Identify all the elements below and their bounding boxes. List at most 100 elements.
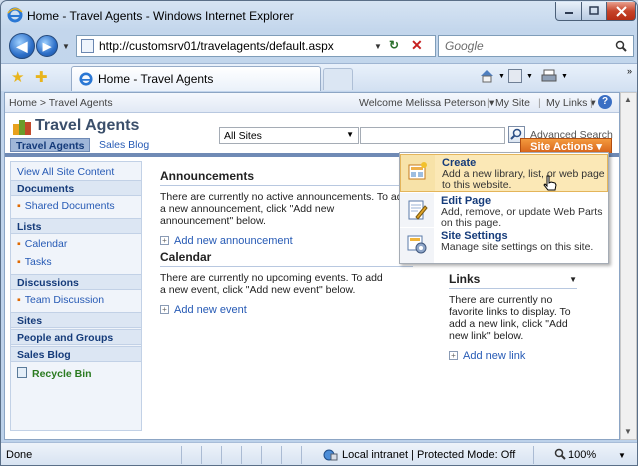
- ql-heading-sales-blog[interactable]: Sales Blog: [11, 346, 141, 362]
- tab-bar: ★ ✚ Home - Travel Agents ▼ ▼ ▼ »: [1, 63, 637, 91]
- feeds-dropdown-icon[interactable]: ▼: [526, 73, 533, 80]
- plus-icon: +: [160, 236, 169, 245]
- recycle-bin-link[interactable]: Recycle Bin: [11, 367, 141, 380]
- ql-item-label: Team Discussion: [24, 294, 105, 306]
- my-site-link[interactable]: My Site: [495, 97, 530, 109]
- add-announcement-link[interactable]: + Add new announcement: [160, 235, 410, 247]
- plus-icon: +: [160, 305, 169, 314]
- menu-item-edit-page[interactable]: Edit Page Add, remove, or update Web Par…: [400, 193, 608, 229]
- favorites-star-icon[interactable]: ★: [11, 68, 24, 86]
- calendar-title[interactable]: Calendar: [160, 250, 413, 267]
- quick-launch: View All Site Content Documents ▪ Shared …: [10, 161, 142, 431]
- plus-icon: +: [449, 351, 458, 360]
- view-all-site-content-link[interactable]: View All Site Content: [11, 164, 141, 180]
- site-logo-icon: [12, 118, 32, 136]
- zoom-icon[interactable]: [554, 448, 566, 460]
- vertical-scrollbar[interactable]: ▲ ▼: [620, 92, 637, 440]
- home-dropdown-icon[interactable]: ▼: [498, 73, 505, 80]
- calendar-text: There are currently no upcoming events. …: [160, 272, 383, 296]
- ql-heading-people-groups[interactable]: People and Groups: [11, 329, 141, 345]
- scroll-down-icon[interactable]: ▼: [624, 427, 632, 436]
- minimize-button[interactable]: [555, 2, 582, 21]
- forward-button[interactable]: ▶: [36, 35, 58, 57]
- status-divider: [281, 446, 282, 464]
- ql-item-shared-documents[interactable]: ▪ Shared Documents: [11, 198, 141, 214]
- status-divider: [301, 446, 302, 464]
- hand-cursor-icon: [543, 175, 557, 192]
- page-icon: [81, 39, 94, 53]
- menu-item-site-settings[interactable]: Site Settings Manage site settings on th…: [400, 228, 608, 263]
- browser-tab-title: Home - Travel Agents: [98, 72, 214, 86]
- security-zone-text[interactable]: Local intranet | Protected Mode: Off: [342, 449, 515, 461]
- history-dropdown-icon[interactable]: ▼: [62, 42, 70, 51]
- separator: |: [538, 97, 541, 109]
- ie-logo-icon: [7, 7, 23, 23]
- tab-sales-blog[interactable]: Sales Blog: [94, 138, 154, 152]
- sharepoint-top-bar: Home > Travel Agents Welcome Melissa Pet…: [5, 93, 619, 113]
- more-tools-icon[interactable]: »: [627, 66, 632, 76]
- ql-item-calendar[interactable]: ▪ Calendar: [11, 236, 141, 252]
- site-actions-menu: Create Add a new library, list, or web p…: [399, 152, 609, 264]
- bullet-icon: ▪: [17, 294, 21, 306]
- status-bar: Done Local intranet | Protected Mode: Of…: [1, 442, 637, 465]
- tab-travel-agents[interactable]: Travel Agents: [10, 138, 91, 152]
- ql-heading-lists[interactable]: Lists: [11, 218, 141, 234]
- url-text: http://customsrv01/travelagents/default.…: [99, 39, 334, 53]
- scroll-up-icon[interactable]: ▲: [624, 95, 632, 104]
- add-announcement-label: Add new announcement: [174, 235, 293, 247]
- print-dropdown-icon[interactable]: ▼: [561, 73, 568, 80]
- ql-heading-discussions[interactable]: Discussions: [11, 274, 141, 290]
- menu-item-desc: Add a new library, list, or web page to …: [442, 168, 605, 191]
- ql-heading-documents[interactable]: Documents: [11, 180, 141, 196]
- ql-heading-sites[interactable]: Sites: [11, 312, 141, 328]
- zoom-level[interactable]: 100%: [568, 449, 596, 461]
- status-divider: [261, 446, 262, 464]
- links-text: There are currently no favorite links to…: [449, 294, 571, 342]
- ql-item-label: Calendar: [24, 238, 68, 250]
- menu-item-create[interactable]: Create Add a new library, list, or web p…: [400, 154, 608, 192]
- close-button[interactable]: [606, 2, 636, 21]
- menu-item-desc: Manage site settings on this site.: [441, 241, 594, 253]
- browser-window: Home - Travel Agents - Windows Internet …: [0, 0, 638, 466]
- help-icon[interactable]: ?: [598, 95, 612, 109]
- add-event-link[interactable]: + Add new event: [160, 304, 413, 316]
- status-text: Done: [6, 449, 33, 461]
- zoom-dropdown-icon[interactable]: ▼: [618, 451, 626, 460]
- status-divider: [181, 446, 182, 464]
- ql-item-tasks[interactable]: ▪ Tasks: [11, 254, 141, 270]
- add-favorite-icon[interactable]: ✚: [35, 68, 48, 86]
- links-webpart: Links ▼ There are currently no favorite l…: [449, 272, 577, 362]
- site-title[interactable]: Travel Agents: [35, 117, 139, 135]
- stop-icon[interactable]: ✕: [411, 37, 423, 54]
- edit-page-icon: [406, 199, 428, 221]
- refresh-icon[interactable]: ↻: [389, 38, 399, 52]
- bullet-icon: ▪: [17, 256, 21, 268]
- ql-item-team-discussion[interactable]: ▪ Team Discussion: [11, 292, 141, 308]
- new-tab-button[interactable]: [323, 68, 353, 90]
- search-input[interactable]: Google: [438, 35, 634, 57]
- bullet-icon: ▪: [17, 200, 21, 212]
- add-link-link[interactable]: + Add new link: [449, 350, 577, 362]
- url-dropdown-icon[interactable]: ▼: [374, 42, 382, 51]
- status-divider: [533, 446, 534, 464]
- my-links-menu[interactable]: My Links ▾: [546, 97, 596, 109]
- links-title[interactable]: Links ▼: [449, 272, 577, 289]
- browser-tab[interactable]: Home - Travel Agents: [71, 66, 321, 91]
- print-icon[interactable]: [541, 69, 557, 84]
- address-bar-row: ◀ ▶ ▼ http://customsrv01/travelagents/de…: [1, 32, 637, 62]
- url-input[interactable]: http://customsrv01/travelagents/default.…: [76, 35, 436, 57]
- breadcrumb[interactable]: Home > Travel Agents: [9, 97, 113, 109]
- recycle-bin-icon: [17, 367, 27, 378]
- home-icon[interactable]: [479, 68, 495, 84]
- separator: |: [590, 97, 593, 109]
- back-button[interactable]: ◀: [9, 33, 35, 59]
- maximize-button[interactable]: [581, 2, 607, 21]
- chevron-down-icon[interactable]: ▼: [569, 275, 577, 284]
- announcements-title[interactable]: Announcements: [160, 169, 410, 186]
- status-divider: [241, 446, 242, 464]
- status-divider: [201, 446, 202, 464]
- welcome-menu[interactable]: Welcome Melissa Peterson ▾: [359, 97, 494, 109]
- feeds-icon[interactable]: [508, 69, 522, 83]
- search-icon[interactable]: [615, 40, 627, 52]
- add-link-label: Add new link: [463, 350, 526, 362]
